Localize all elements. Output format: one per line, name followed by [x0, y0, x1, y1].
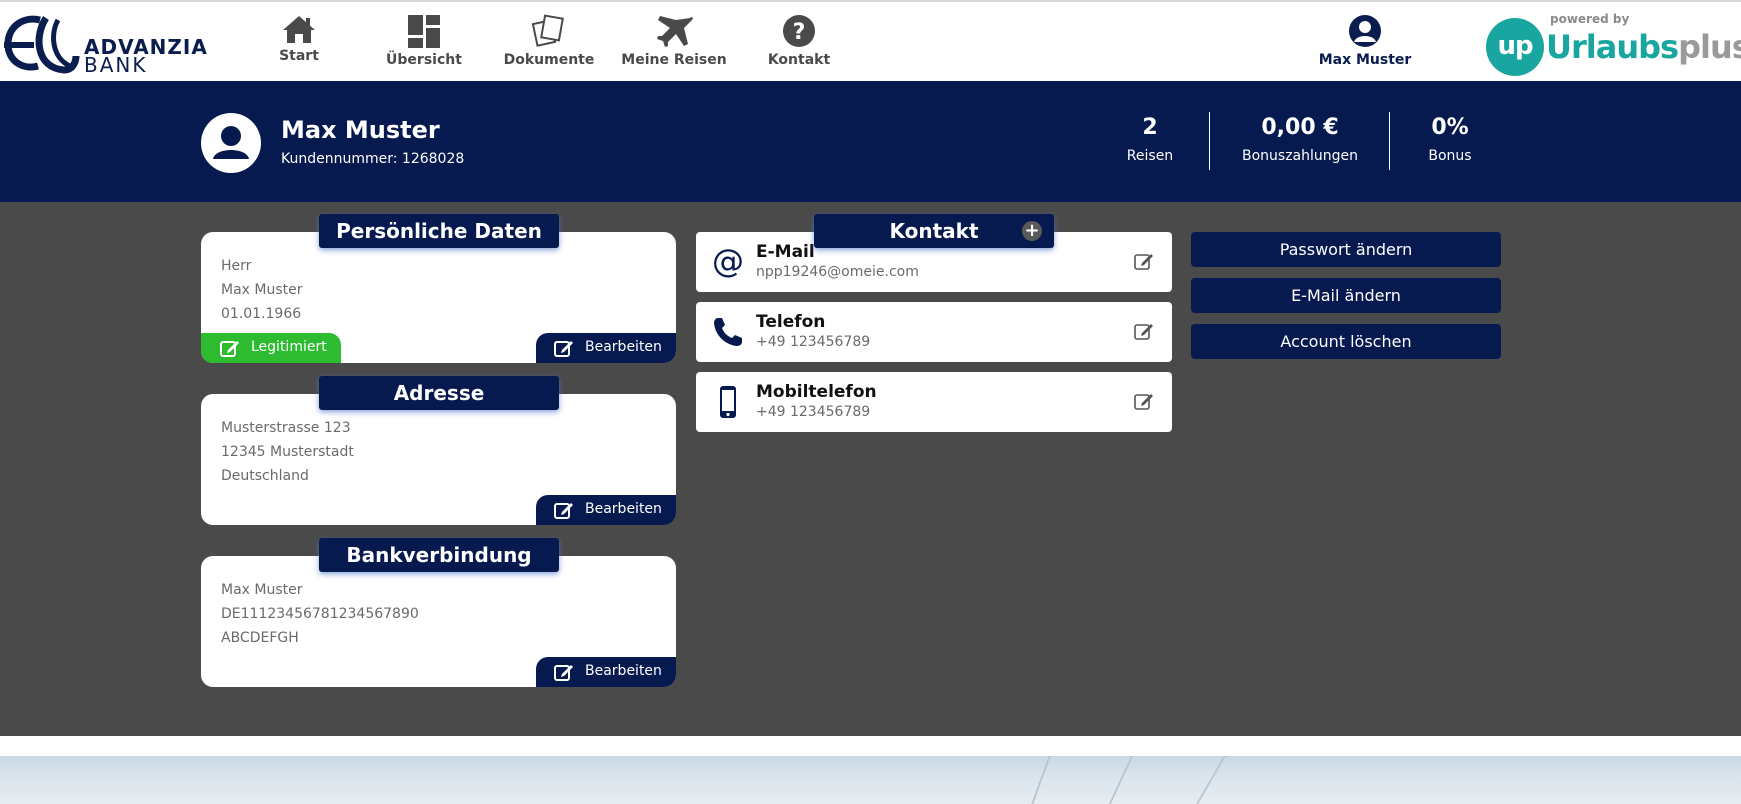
bank-account-title: Bankverbindung: [319, 538, 559, 572]
contact-email-value: npp19246@omeie.com: [756, 264, 919, 280]
airplane-icon: [657, 16, 693, 47]
home-icon: [283, 16, 315, 43]
nav-item-meine-reisen[interactable]: Meine Reisen: [614, 14, 734, 68]
dashboard-icon: [408, 15, 440, 48]
stat-bonuszahlungen-value: 0,00 €: [1261, 115, 1339, 140]
delete-account-button[interactable]: Account löschen: [1191, 324, 1501, 359]
stat-reisen: 2 Reisen: [1110, 115, 1190, 164]
svg-text:?: ?: [793, 20, 806, 45]
footer-background-image: [0, 756, 1741, 804]
nav-item-uebersicht-label: Übersicht: [386, 52, 462, 68]
legitimiert-badge: Legitimiert: [201, 333, 341, 363]
photo-streak: [1108, 756, 1134, 804]
svg-text:@: @: [712, 246, 744, 278]
nav-item-start[interactable]: Start: [239, 14, 359, 64]
contact-row-phone: Telefon +49 123456789: [696, 302, 1172, 362]
bank-iban: DE11123456781234567890: [221, 606, 419, 622]
customer-number: Kundennummer: 1268028: [281, 151, 465, 167]
edit-icon: [220, 341, 239, 357]
edit-personal-label: Bearbeiten: [585, 339, 662, 355]
edit-icon: [554, 341, 573, 357]
stat-reisen-label: Reisen: [1126, 148, 1174, 164]
stat-divider: [1209, 112, 1210, 170]
contact-email-title: E-Mail: [756, 242, 815, 262]
contact-title-label: Kontakt: [889, 219, 979, 243]
edit-bank-button[interactable]: Bearbeiten: [536, 657, 676, 687]
edit-personal-button[interactable]: Bearbeiten: [536, 333, 676, 363]
personal-name: Max Muster: [221, 282, 303, 298]
advanzia-logo-mark-icon: [4, 15, 80, 74]
help-icon: ?: [783, 15, 815, 47]
bank-account-holder: Max Muster: [221, 582, 303, 598]
bank-account-card: Bankverbindung Max Muster DE111234567812…: [201, 538, 676, 687]
profile-summary-band: Max Muster Kundennummer: 1268028 2 Reise…: [0, 81, 1741, 202]
contact-mobile-title: Mobiltelefon: [756, 382, 877, 402]
nav-item-dokumente-label: Dokumente: [503, 52, 595, 68]
contact-title: Kontakt +: [814, 214, 1054, 248]
change-email-button[interactable]: E-Mail ändern: [1191, 278, 1501, 313]
stat-bonus: 0% Bonus: [1410, 115, 1490, 164]
edit-address-button[interactable]: Bearbeiten: [536, 495, 676, 525]
photo-streak: [1196, 756, 1226, 804]
contact-phone-value: +49 123456789: [756, 334, 871, 350]
edit-address-label: Bearbeiten: [585, 501, 662, 517]
address-card: Adresse Musterstrasse 123 12345 Musterst…: [201, 376, 676, 525]
stat-bonus-value: 0%: [1431, 115, 1469, 140]
urlaubsplus-brand-a: Urlaubs: [1546, 28, 1679, 66]
avatar: [201, 113, 261, 173]
edit-email-icon[interactable]: [1134, 252, 1154, 270]
edit-icon: [554, 503, 573, 519]
stat-divider: [1389, 112, 1390, 170]
footer-spacer: [0, 736, 1741, 756]
edit-mobile-icon[interactable]: [1134, 392, 1154, 410]
personal-birthdate: 01.01.1966: [221, 306, 302, 322]
profile-name: Max Muster: [281, 116, 440, 144]
address-street: Musterstrasse 123: [221, 420, 351, 436]
nav-item-dokumente[interactable]: Dokumente: [489, 14, 609, 68]
user-avatar-icon: [213, 126, 249, 159]
address-title: Adresse: [319, 376, 559, 410]
powered-by-label: powered by: [1550, 12, 1630, 26]
bank-bic: ABCDEFGH: [221, 630, 299, 646]
user-menu-label: Max Muster: [1318, 52, 1412, 68]
advanzia-bank-logo[interactable]: ADVANZIA BANK: [0, 12, 210, 76]
edit-bank-label: Bearbeiten: [585, 663, 662, 679]
photo-streak: [1031, 756, 1051, 804]
documents-icon: [531, 14, 564, 47]
stat-bonuszahlungen: 0,00 € Bonuszahlungen: [1230, 115, 1370, 164]
nav-item-kontakt-label: Kontakt: [767, 52, 831, 68]
stat-reisen-value: 2: [1142, 115, 1158, 140]
nav-item-start-label: Start: [279, 48, 319, 64]
edit-icon: [554, 665, 573, 681]
change-password-button[interactable]: Passwort ändern: [1191, 232, 1501, 267]
legitimiert-label: Legitimiert: [251, 339, 327, 355]
stat-bonus-label: Bonus: [1428, 148, 1472, 164]
personal-data-title: Persönliche Daten: [319, 214, 559, 248]
address-city: 12345 Musterstadt: [221, 444, 354, 460]
urlaubsplus-logo[interactable]: powered by up Urlaubsplus: [1486, 12, 1741, 76]
contact-phone-title: Telefon: [756, 312, 826, 332]
urlaubsplus-circle-mark: up: [1486, 18, 1544, 76]
phone-icon: [714, 318, 742, 346]
contact-mobile-value: +49 123456789: [756, 404, 871, 420]
mobile-phone-icon: [720, 386, 736, 418]
nav-item-kontakt[interactable]: ? Kontakt: [739, 14, 859, 68]
nav-item-uebersicht[interactable]: Übersicht: [364, 14, 484, 68]
personal-salutation: Herr: [221, 258, 252, 274]
urlaubsplus-brand-b: plus: [1678, 28, 1741, 66]
user-icon: [1349, 15, 1381, 47]
nav-item-meine-reisen-label: Meine Reisen: [621, 52, 727, 68]
edit-phone-icon[interactable]: [1134, 322, 1154, 340]
personal-data-card: Persönliche Daten Herr Max Muster 01.01.…: [201, 214, 676, 363]
top-navigation-bar: ADVANZIA BANK Start Übersicht Dokumente …: [0, 0, 1741, 81]
user-menu[interactable]: Max Muster: [1305, 14, 1425, 68]
stat-bonuszahlungen-label: Bonuszahlungen: [1241, 148, 1359, 164]
address-country: Deutschland: [221, 468, 309, 484]
at-icon: @: [712, 246, 744, 278]
add-contact-button[interactable]: +: [1022, 221, 1042, 241]
contact-row-mobile: Mobiltelefon +49 123456789: [696, 372, 1172, 432]
